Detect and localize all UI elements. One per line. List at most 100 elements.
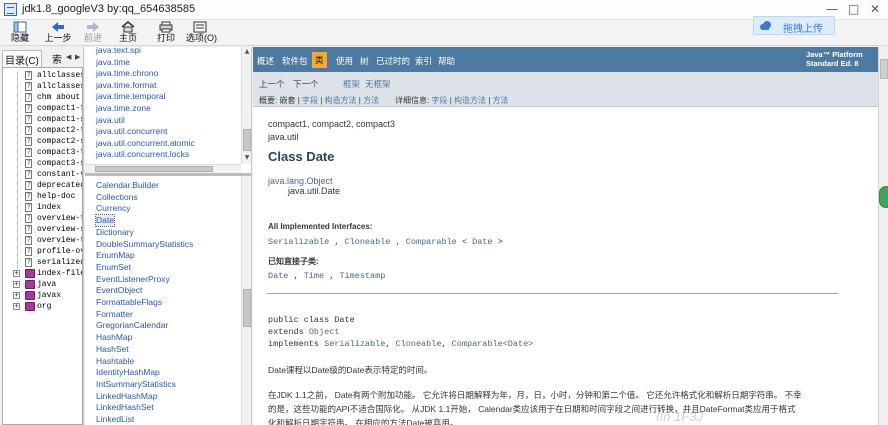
class-link[interactable]: EnumSet <box>96 262 131 273</box>
package-link[interactable]: java.time.zone <box>96 103 151 114</box>
class-link[interactable]: Formatter <box>96 309 133 320</box>
tree-item[interactable]: compact2-f <box>3 125 82 136</box>
class-link[interactable]: EventObject <box>96 285 142 296</box>
close-button[interactable]: ✕ <box>870 2 880 16</box>
tree-item[interactable]: compact3-f <box>3 147 82 158</box>
doc-nav-item[interactable]: 索引 <box>415 55 432 67</box>
prev-class-link[interactable]: 上一个 <box>259 78 285 90</box>
summary-method-link[interactable]: 方法 <box>363 96 379 105</box>
class-link[interactable]: Hashtable <box>96 356 134 367</box>
package-link[interactable]: java.time <box>96 57 130 68</box>
next-class-link[interactable]: 下一个 <box>293 78 319 90</box>
document-scroll-thumb[interactable] <box>880 59 888 79</box>
subclass-timestamp-link[interactable]: Timestamp <box>339 271 385 281</box>
interface-cloneable-link[interactable]: Cloneable <box>345 237 391 247</box>
package-link[interactable]: java.util.concurrent <box>96 126 167 137</box>
tree-item[interactable]: + javax <box>3 290 82 301</box>
extends-object-link[interactable]: Object <box>309 327 340 337</box>
doc-nav-item[interactable]: 概述 <box>257 55 274 67</box>
package-link[interactable]: java.time.format <box>96 80 156 91</box>
hide-button[interactable]: 隐藏 <box>6 21 34 44</box>
interface-date-link[interactable]: Date <box>472 237 492 247</box>
tree-item[interactable]: constant-v <box>3 169 82 180</box>
home-button[interactable]: 主页 <box>114 21 142 44</box>
class-link[interactable]: Calendar.Builder <box>96 180 159 191</box>
scroll-up-icon[interactable]: ▲ <box>243 48 251 56</box>
class-link[interactable]: FormattableFlags <box>96 297 162 308</box>
class-link[interactable]: Collections <box>96 192 138 203</box>
tree-item[interactable]: serialized <box>3 257 82 268</box>
maximize-button[interactable]: □ <box>848 2 859 16</box>
interface-serializable-link[interactable]: Serializable <box>268 237 329 247</box>
package-link[interactable]: java.time.temporal <box>96 91 165 102</box>
package-link[interactable]: java.util <box>96 115 125 126</box>
class-link[interactable]: EventListenerProxy <box>96 274 170 285</box>
subclass-time-link[interactable]: Time <box>304 271 324 281</box>
detail-field-link[interactable]: 字段 <box>431 96 447 105</box>
doc-nav-item[interactable]: 使用 <box>336 55 353 67</box>
tree-item[interactable]: compact2-s <box>3 136 82 147</box>
tree-item[interactable]: overview-t <box>3 235 82 246</box>
frames-link[interactable]: 框架 <box>343 78 360 90</box>
class-link[interactable]: IntSummaryStatistics <box>96 379 176 390</box>
subclass-date-link[interactable]: Date <box>268 271 288 281</box>
tree-item[interactable]: compact1-f <box>3 103 82 114</box>
summary-field-link[interactable]: 字段 <box>302 96 318 105</box>
tree-item[interactable]: profile-ov <box>3 246 82 257</box>
class-link[interactable]: LinkedHashSet <box>96 402 154 413</box>
expand-toggle-icon[interactable]: + <box>13 281 20 288</box>
summary-constructor-link[interactable]: 构造方法 <box>325 96 357 105</box>
package-link[interactable]: java.util.concurrent.locks <box>96 149 189 160</box>
inheritance-parent-link[interactable]: java.lang.Object <box>268 176 333 186</box>
tab-contents[interactable]: 目录(C) <box>2 50 42 68</box>
detail-method-link[interactable]: 方法 <box>493 96 509 105</box>
tree-item[interactable]: + org <box>3 301 82 312</box>
detail-constructor-link[interactable]: 构造方法 <box>454 96 486 105</box>
class-link[interactable]: DoubleSummaryStatistics <box>96 239 193 250</box>
hscroll-thumb[interactable] <box>95 166 213 172</box>
package-list-scrollbar[interactable]: ▲ ▼ <box>241 47 251 164</box>
class-link[interactable]: GregorianCalendar <box>96 320 168 331</box>
scroll-thumb[interactable] <box>243 289 251 327</box>
scroll-thumb[interactable] <box>243 129 251 151</box>
package-link[interactable]: java.util.concurrent.atomic <box>96 138 195 149</box>
tree-item[interactable]: allclasses <box>3 70 82 81</box>
class-link[interactable]: HashMap <box>96 332 132 343</box>
doc-nav-item[interactable]: 软件包 <box>282 55 308 67</box>
doc-nav-item[interactable]: 已过时的 <box>376 55 410 67</box>
tree-item[interactable]: chm about <box>3 92 82 103</box>
implements-serializable-link[interactable]: Serializable <box>324 339 385 349</box>
tree-item[interactable]: + java <box>3 279 82 290</box>
tree-item[interactable]: compact3-s <box>3 158 82 169</box>
class-link[interactable]: Currency <box>96 203 130 214</box>
forward-button[interactable]: 前进 <box>79 21 107 44</box>
class-link[interactable]: IdentityHashMap <box>96 367 160 378</box>
print-button[interactable]: 打印 <box>152 21 180 44</box>
tab-scroll-left-icon[interactable]: ◀ <box>66 53 71 61</box>
expand-toggle-icon[interactable]: + <box>13 270 20 277</box>
options-button[interactable]: 选项(O) <box>186 21 217 44</box>
class-list-scrollbar[interactable] <box>241 176 251 425</box>
package-link[interactable]: java.time.chrono <box>96 68 158 79</box>
tree-item[interactable]: deprecated <box>3 180 82 191</box>
minimize-button[interactable]: — <box>826 2 838 16</box>
package-list-hscrollbar[interactable] <box>85 164 241 173</box>
class-link[interactable]: HashSet <box>96 344 129 355</box>
tree-item[interactable]: help-doc <box>3 191 82 202</box>
implements-comparable-link[interactable]: Comparable<Date> <box>452 339 534 349</box>
no-frames-link[interactable]: 无框架 <box>365 78 391 90</box>
doc-nav-item[interactable]: 树 <box>360 55 369 67</box>
tree-item[interactable]: allclasses <box>3 81 82 92</box>
class-link[interactable]: LinkedHashMap <box>96 391 157 402</box>
interface-comparable-link[interactable]: Comparable <box>406 237 457 247</box>
expand-toggle-icon[interactable]: + <box>13 303 20 310</box>
floating-assistant-button[interactable] <box>879 186 888 208</box>
back-button[interactable]: 上一步 <box>44 21 72 44</box>
tree-item[interactable]: + index-file <box>3 268 82 279</box>
class-link[interactable]: Dictionary <box>96 227 134 238</box>
tree-item[interactable]: index <box>3 202 82 213</box>
tree-item[interactable]: overview-f <box>3 213 82 224</box>
tab-scroll-right-icon[interactable]: ▶ <box>75 53 80 61</box>
class-link[interactable]: EnumMap <box>96 250 135 261</box>
expand-toggle-icon[interactable]: + <box>13 292 20 299</box>
